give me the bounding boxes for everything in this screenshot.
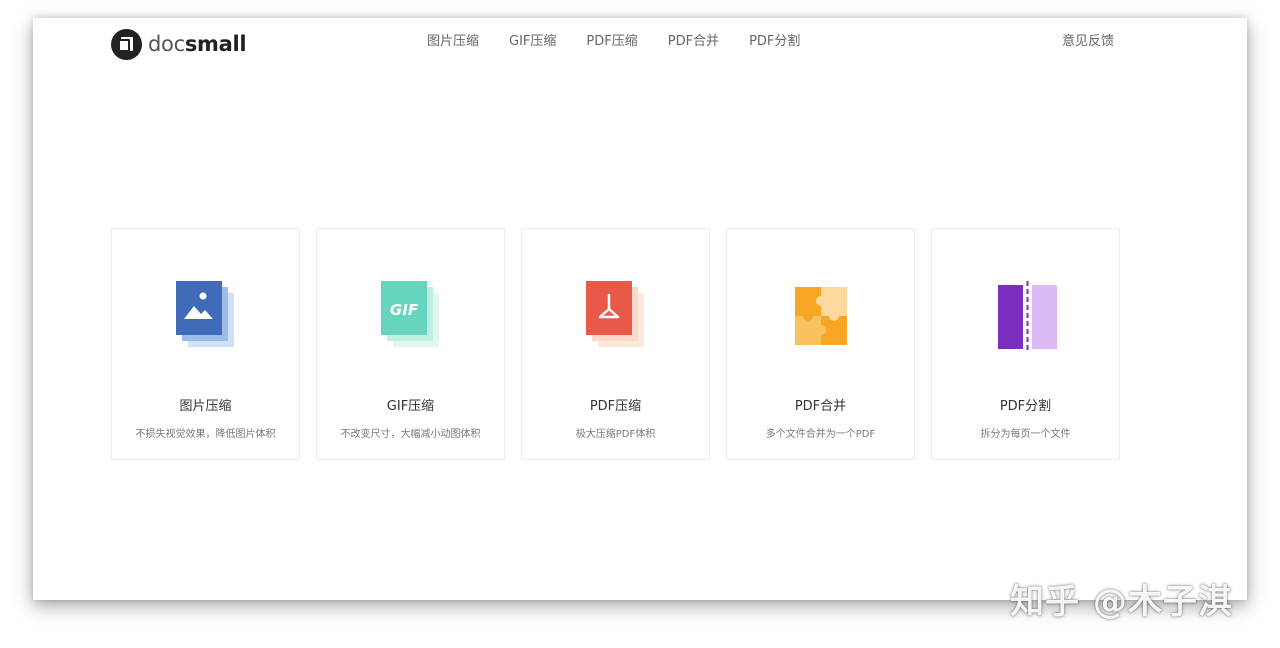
- nav-image-compress[interactable]: 图片压缩: [427, 30, 479, 54]
- card-desc: 极大压缩PDF体积: [575, 429, 656, 440]
- gif-compress-icon: GIF: [381, 281, 439, 347]
- logo-text: docsmall: [148, 32, 247, 56]
- card-desc: 拆分为每页一个文件: [980, 429, 1071, 440]
- card-title: 图片压缩: [179, 399, 232, 414]
- card-desc: 多个文件合并为一个PDF: [765, 429, 876, 440]
- card-pdf-split[interactable]: PDF分割 拆分为每页一个文件: [931, 228, 1120, 460]
- tool-cards: 图片压缩 不损失视觉效果，降低图片体积 GIF GIF压缩 不改变尺寸，大幅减小…: [111, 228, 1120, 460]
- image-compress-icon: [176, 281, 234, 347]
- feedback-link[interactable]: 意见反馈: [1062, 30, 1114, 54]
- card-gif-compress[interactable]: GIF GIF压缩 不改变尺寸，大幅减小动图体积: [316, 228, 505, 460]
- nav-gif-compress[interactable]: GIF压缩: [509, 30, 556, 54]
- logo-text-bold: small: [184, 32, 247, 56]
- card-desc: 不损失视觉效果，降低图片体积: [135, 429, 276, 440]
- docsmall-logo-icon: [111, 28, 142, 60]
- nav-pdf-merge[interactable]: PDF合并: [668, 30, 719, 54]
- card-title: PDF合并: [794, 399, 847, 414]
- pdf-split-icon: [998, 281, 1057, 351]
- card-pdf-compress[interactable]: PDF压缩 极大压缩PDF体积: [521, 228, 710, 460]
- card-title: PDF压缩: [589, 399, 642, 414]
- card-title: GIF压缩: [386, 399, 435, 414]
- browser-window: docsmall 图片压缩 GIF压缩 PDF压缩 PDF合并 PDF分割 意见…: [33, 18, 1247, 600]
- top-nav: 图片压缩 GIF压缩 PDF压缩 PDF合并 PDF分割: [427, 30, 800, 54]
- logo-text-light: doc: [148, 32, 185, 56]
- card-image-compress[interactable]: 图片压缩 不损失视觉效果，降低图片体积: [111, 228, 300, 460]
- card-desc: 不改变尺寸，大幅减小动图体积: [340, 429, 481, 440]
- zhihu-watermark: 知乎 @木子淇: [1010, 582, 1233, 622]
- pdf-compress-icon: [586, 281, 644, 347]
- card-pdf-merge[interactable]: PDF合并 多个文件合并为一个PDF: [726, 228, 915, 460]
- nav-pdf-split[interactable]: PDF分割: [749, 30, 800, 54]
- logo[interactable]: docsmall: [111, 26, 247, 62]
- nav-pdf-compress[interactable]: PDF压缩: [586, 30, 637, 54]
- pdf-merge-icon: [795, 287, 847, 345]
- card-title: PDF分割: [999, 399, 1052, 414]
- gif-icon-label: GIF: [390, 301, 419, 319]
